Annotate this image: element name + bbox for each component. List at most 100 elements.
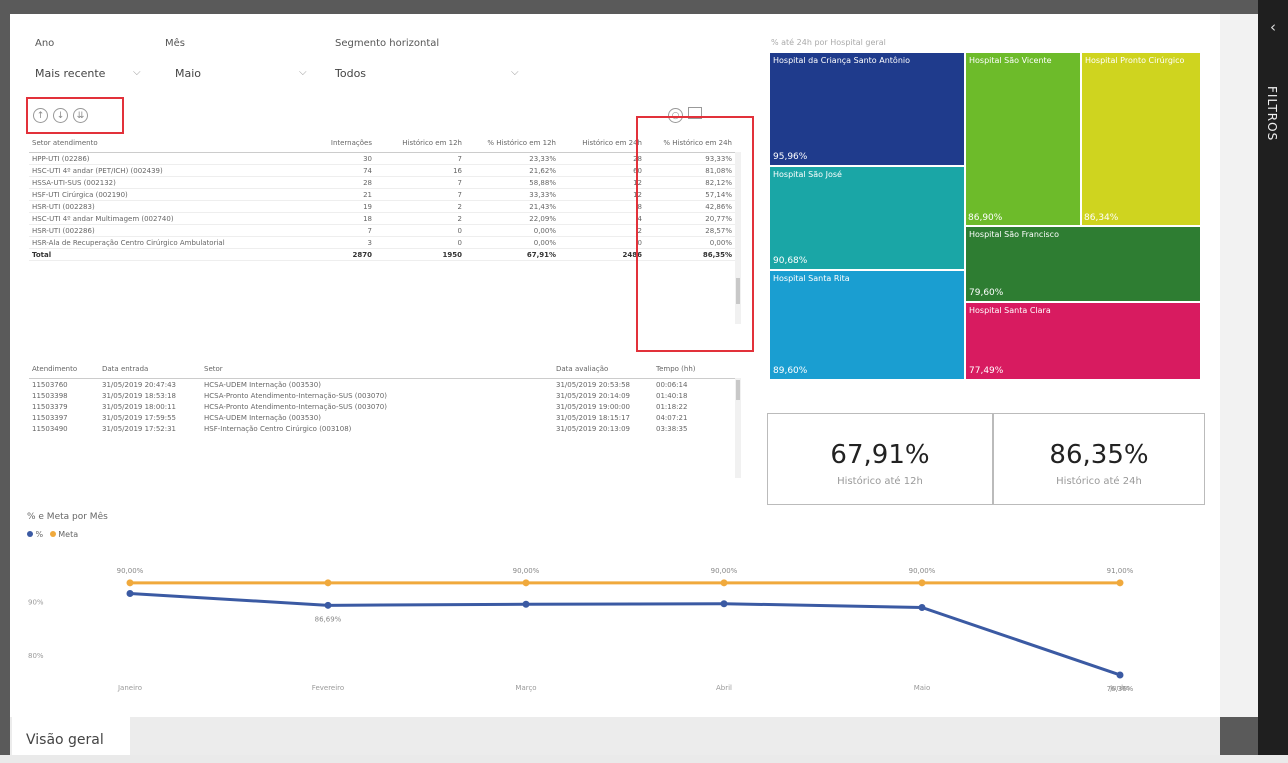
column-header[interactable]: Histórico em 24h bbox=[559, 134, 645, 153]
x-tick-label: Maio bbox=[914, 684, 931, 692]
table-row[interactable]: HPP-UTI (02286) 30 7 23,33% 28 93,33% bbox=[29, 152, 735, 165]
tab-visao-geral[interactable]: Visão geral bbox=[12, 717, 130, 755]
column-highlight-box bbox=[636, 116, 754, 352]
treemap-tile[interactable]: Hospital Santa Rita 89,60% bbox=[769, 270, 965, 380]
column-header[interactable]: Setor bbox=[201, 360, 553, 379]
table-cell: 2 bbox=[559, 224, 645, 237]
series-point bbox=[1116, 671, 1124, 679]
table-scrollbar[interactable] bbox=[735, 378, 741, 478]
treemap-tile[interactable]: Hospital São Francisco 79,60% bbox=[965, 226, 1201, 302]
total-cell: 2870 bbox=[309, 248, 375, 261]
slicer-ano-dropdown[interactable]: Mais recente ⌵ bbox=[35, 64, 147, 82]
table-header-row: Atendimento Data entrada Setor Data aval… bbox=[29, 360, 735, 379]
treemap-tile-name: Hospital Santa Clara bbox=[969, 306, 1051, 315]
table-cell: 31/05/2019 20:14:09 bbox=[556, 391, 631, 400]
table-cell: 01:40:18 bbox=[656, 391, 688, 400]
y-tick-label: 80% bbox=[28, 652, 44, 660]
table-cell: 7 bbox=[309, 224, 375, 237]
table-cell: 03:38:35 bbox=[656, 424, 688, 433]
filters-pane[interactable]: ‹ FILTROS bbox=[1258, 0, 1288, 755]
table-cell: 22,09% bbox=[465, 212, 559, 225]
table-cell: 21,43% bbox=[465, 200, 559, 213]
table-cell: HCSA-UDEM Internação (003530) bbox=[204, 413, 321, 422]
table-row[interactable]: 11503760 31/05/2019 20:47:43 HCSA-UDEM Int… bbox=[29, 379, 735, 391]
x-tick-label: Março bbox=[515, 684, 536, 692]
treemap-tile[interactable]: Hospital Santa Clara 77,49% bbox=[965, 302, 1201, 380]
column-header[interactable]: Internações bbox=[309, 134, 375, 153]
table-cell: 31/05/2019 20:47:43 bbox=[102, 380, 177, 389]
table-cell: 31/05/2019 19:00:00 bbox=[556, 402, 631, 411]
total-cell: Total bbox=[29, 248, 309, 261]
treemap-tile[interactable]: Hospital São José 90,68% bbox=[769, 166, 965, 270]
treemap-tile-value: 89,60% bbox=[773, 366, 808, 376]
treemap-tile[interactable]: Hospital da Criança Santo Antônio 95,96% bbox=[769, 52, 965, 166]
filters-label: FILTROS bbox=[1265, 86, 1279, 142]
table-cell: 12 bbox=[559, 176, 645, 189]
data-label: 91,00% bbox=[1107, 567, 1134, 575]
table-cell: 11503397 bbox=[32, 413, 68, 422]
table-row[interactable]: 11503490 31/05/2019 17:52:31 HSF-Internaçã… bbox=[29, 423, 735, 434]
table-cell: 33,33% bbox=[465, 188, 559, 201]
series-point bbox=[324, 601, 332, 609]
legend-dot-icon bbox=[49, 531, 56, 537]
chevron-left-icon[interactable]: ‹ bbox=[1258, 18, 1288, 36]
table-cell: 31/05/2019 18:00:11 bbox=[102, 402, 177, 411]
table-row[interactable]: 11503379 31/05/2019 18:00:11 HCSA-Pronto A… bbox=[29, 401, 735, 412]
treemap-tile-name: Hospital da Criança Santo Antônio bbox=[773, 56, 911, 65]
column-header[interactable]: Histórico em 12h bbox=[375, 134, 465, 153]
treemap-tile-name: Hospital São José bbox=[773, 170, 842, 179]
table-row[interactable]: 11503398 31/05/2019 18:53:18 HCSA-Pronto A… bbox=[29, 390, 735, 401]
table-cell: HSC-UTI 4º andar Multimagem (002740) bbox=[29, 212, 309, 225]
drill-down-icon[interactable]: ↓ bbox=[53, 108, 68, 123]
total-cell: 2486 bbox=[559, 248, 645, 261]
kpi-card-12h: 67,91% Histórico até 12h bbox=[767, 413, 993, 505]
slicer-ano-value: Mais recente bbox=[35, 67, 106, 80]
table-row[interactable]: HSC-UTI 4º andar Multimagem (002740) 18 2 2… bbox=[29, 212, 735, 225]
series-point bbox=[720, 600, 728, 608]
treemap-tile[interactable]: 86,90% bbox=[965, 52, 1081, 226]
treemap-tile-value: 95,96% bbox=[773, 152, 808, 162]
page-tabs-bar bbox=[10, 717, 1220, 755]
table-row[interactable]: 11503397 31/05/2019 17:59:55 HCSA-UDEM Int… bbox=[29, 412, 735, 423]
table-cell: 11503760 bbox=[32, 380, 68, 389]
table-cell: 3 bbox=[309, 236, 375, 249]
table-cell: 30 bbox=[309, 152, 375, 165]
table-cell: HSC-UTI 4º andar (PET/ICH) (002439) bbox=[29, 164, 309, 177]
table-row[interactable]: HSR-UTI (002286) 7 0 0,00% 2 28,57% bbox=[29, 224, 735, 237]
table-row[interactable]: HSSA-UTI-SUS (002132) 28 7 58,88% 12 82,12% bbox=[29, 176, 735, 189]
legend-item: % bbox=[35, 530, 44, 539]
drill-up-icon[interactable]: ↑ bbox=[33, 108, 48, 123]
column-header[interactable]: % Histórico em 12h bbox=[465, 134, 559, 153]
table-row[interactable]: HSF-UTI Cirúrgica (002190) 21 7 33,33% 12 57,… bbox=[29, 188, 735, 201]
treemap-tile-value: 86,90% bbox=[968, 213, 1003, 223]
total-cell: 1950 bbox=[375, 248, 465, 261]
table-row[interactable]: HSC-UTI 4º andar (PET/ICH) (002439) 74 16 2… bbox=[29, 164, 735, 177]
data-label: 90,00% bbox=[711, 567, 738, 575]
column-header[interactable]: Data avaliação bbox=[553, 360, 653, 379]
kpi-value: 67,91% bbox=[830, 440, 930, 470]
column-header[interactable]: Setor atendimento bbox=[29, 134, 309, 153]
x-tick-label: Janeiro bbox=[117, 684, 142, 692]
scroll-thumb[interactable] bbox=[736, 380, 740, 400]
table-cell: 21 bbox=[309, 188, 375, 201]
expand-all-icon[interactable]: ⇊ bbox=[73, 108, 88, 123]
kpi-label: Histórico até 12h bbox=[837, 476, 923, 487]
column-header[interactable]: Data entrada bbox=[99, 360, 201, 379]
slicer-segmento-value: Todos bbox=[335, 67, 367, 80]
table-row[interactable]: HSR-UTI (002283) 19 2 21,43% 8 42,86% bbox=[29, 200, 735, 213]
slicer-segmento-dropdown[interactable]: Todos ⌵ bbox=[335, 64, 527, 82]
table-cell: 31/05/2019 20:13:09 bbox=[556, 424, 631, 433]
table-cell: 7 bbox=[375, 176, 465, 189]
table-row[interactable]: HSR-Ala de Recuperação Centro Cirúrgico … bbox=[29, 236, 735, 249]
table-cell: 2 bbox=[375, 200, 465, 213]
table-cell: 58,88% bbox=[465, 176, 559, 189]
column-header[interactable]: Tempo (hh) bbox=[653, 360, 735, 379]
table-cell: 31/05/2019 17:59:55 bbox=[102, 413, 177, 422]
table-cell: 8 bbox=[559, 200, 645, 213]
column-header[interactable]: Atendimento bbox=[29, 360, 99, 379]
slicer-mes-dropdown[interactable]: Maio ⌵ bbox=[175, 64, 315, 82]
series-point bbox=[1116, 579, 1124, 587]
treemap-tile[interactable]: 86,34% bbox=[1081, 52, 1201, 226]
table-cell: 16 bbox=[375, 164, 465, 177]
table-cell: HCSA-UDEM Internação (003530) bbox=[204, 380, 321, 389]
